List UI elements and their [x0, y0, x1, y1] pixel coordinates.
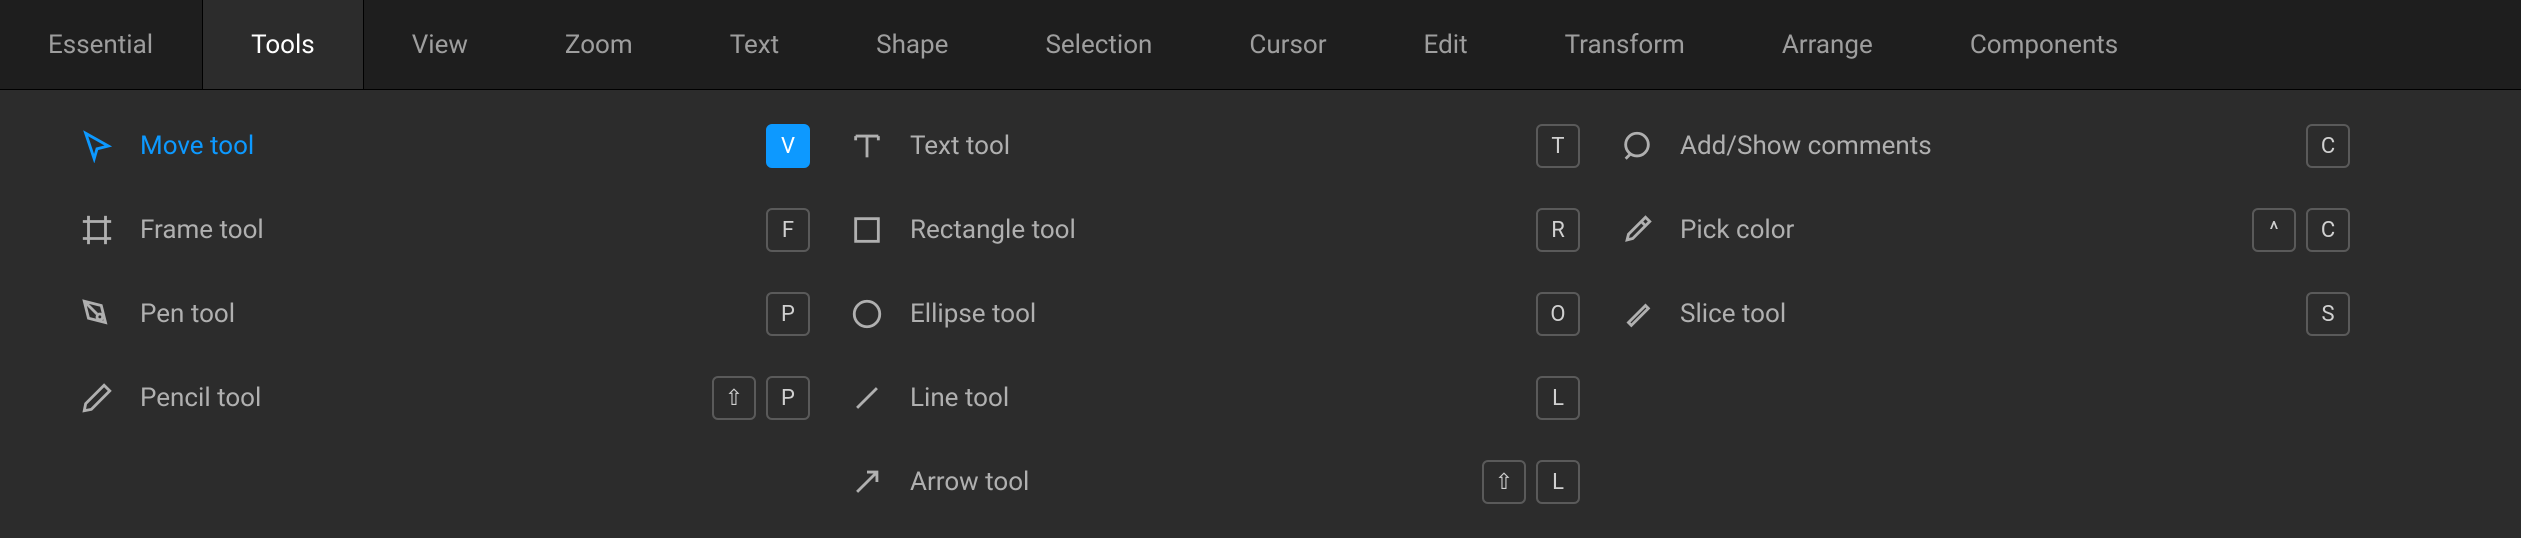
- tool-label: Frame tool: [140, 215, 766, 245]
- rectangle-icon: [850, 213, 910, 247]
- tab-shape[interactable]: Shape: [828, 0, 997, 89]
- shortcut-keys: L: [1536, 376, 1580, 420]
- tab-text[interactable]: Text: [682, 0, 828, 89]
- tool-label: Pen tool: [140, 299, 766, 329]
- tools-column-3: Add/Show commentsCPick color^CSlice tool…: [1620, 120, 2390, 508]
- tool-row-ellipse-tool[interactable]: Ellipse toolO: [850, 288, 1620, 340]
- key-badge: ^: [2252, 208, 2296, 252]
- tab-view[interactable]: View: [364, 0, 517, 89]
- tool-row-arrow-tool[interactable]: Arrow tool⇧L: [850, 456, 1620, 508]
- tab-edit[interactable]: Edit: [1376, 0, 1517, 89]
- shortcut-keys: C: [2306, 124, 2350, 168]
- tools-content: Move toolVFrame toolFPen toolPPencil too…: [0, 90, 2521, 538]
- tool-label: Line tool: [910, 383, 1536, 413]
- move-icon: [80, 129, 140, 163]
- tab-arrange[interactable]: Arrange: [1734, 0, 1922, 89]
- tool-label: Arrow tool: [910, 467, 1482, 497]
- key-badge: L: [1536, 376, 1580, 420]
- tab-zoom[interactable]: Zoom: [517, 0, 682, 89]
- key-badge: P: [766, 292, 810, 336]
- key-badge: C: [2306, 208, 2350, 252]
- tool-label: Add/Show comments: [1680, 131, 2306, 161]
- tool-row-slice-tool[interactable]: Slice toolS: [1620, 288, 2390, 340]
- key-badge: P: [766, 376, 810, 420]
- tool-label: Text tool: [910, 131, 1536, 161]
- key-badge: R: [1536, 208, 1580, 252]
- tool-row-pencil-tool[interactable]: Pencil tool⇧P: [80, 372, 850, 424]
- tab-bar: EssentialToolsViewZoomTextShapeSelection…: [0, 0, 2521, 90]
- text-icon: [850, 129, 910, 163]
- shortcut-keys: F: [766, 208, 810, 252]
- tool-label: Slice tool: [1680, 299, 2306, 329]
- tool-row-line-tool[interactable]: Line toolL: [850, 372, 1620, 424]
- key-badge: O: [1536, 292, 1580, 336]
- frame-icon: [80, 213, 140, 247]
- key-badge: V: [766, 124, 810, 168]
- eyedropper-icon: [1620, 213, 1680, 247]
- tab-selection[interactable]: Selection: [997, 0, 1201, 89]
- key-badge: S: [2306, 292, 2350, 336]
- shortcut-keys: S: [2306, 292, 2350, 336]
- tool-row-rectangle-tool[interactable]: Rectangle toolR: [850, 204, 1620, 256]
- tab-tools[interactable]: Tools: [202, 0, 364, 89]
- arrow-icon: [850, 465, 910, 499]
- tool-row-move-tool[interactable]: Move toolV: [80, 120, 850, 172]
- key-badge: C: [2306, 124, 2350, 168]
- shortcut-keys: V: [766, 124, 810, 168]
- tool-label: Move tool: [140, 131, 766, 161]
- tool-label: Pencil tool: [140, 383, 712, 413]
- tool-row-pen-tool[interactable]: Pen toolP: [80, 288, 850, 340]
- shortcut-keys: T: [1536, 124, 1580, 168]
- key-badge: ⇧: [712, 376, 756, 420]
- tool-label: Rectangle tool: [910, 215, 1536, 245]
- pen-icon: [80, 297, 140, 331]
- tab-transform[interactable]: Transform: [1517, 0, 1734, 89]
- shortcut-keys: ⇧P: [712, 376, 810, 420]
- shortcut-keys: P: [766, 292, 810, 336]
- key-badge: ⇧: [1482, 460, 1526, 504]
- tool-row-pick-color[interactable]: Pick color^C: [1620, 204, 2390, 256]
- tool-row-add-show-comments[interactable]: Add/Show commentsC: [1620, 120, 2390, 172]
- tool-label: Pick color: [1680, 215, 2252, 245]
- tool-label: Ellipse tool: [910, 299, 1536, 329]
- shortcut-keys: O: [1536, 292, 1580, 336]
- tool-row-text-tool[interactable]: Text toolT: [850, 120, 1620, 172]
- shortcut-keys: R: [1536, 208, 1580, 252]
- shortcut-keys: ^C: [2252, 208, 2350, 252]
- tab-components[interactable]: Components: [1922, 0, 2167, 89]
- key-badge: F: [766, 208, 810, 252]
- tools-column-2: Text toolT Rectangle toolR Ellipse toolO Li…: [850, 120, 1620, 508]
- tools-column-1: Move toolVFrame toolFPen toolPPencil too…: [80, 120, 850, 508]
- key-badge: L: [1536, 460, 1580, 504]
- slice-icon: [1620, 297, 1680, 331]
- comment-icon: [1620, 129, 1680, 163]
- shortcut-keys: ⇧L: [1482, 460, 1580, 504]
- key-badge: T: [1536, 124, 1580, 168]
- tool-row-frame-tool[interactable]: Frame toolF: [80, 204, 850, 256]
- tab-essential[interactable]: Essential: [0, 0, 202, 89]
- ellipse-icon: [850, 297, 910, 331]
- tab-cursor[interactable]: Cursor: [1201, 0, 1375, 89]
- pencil-icon: [80, 381, 140, 415]
- line-icon: [850, 381, 910, 415]
